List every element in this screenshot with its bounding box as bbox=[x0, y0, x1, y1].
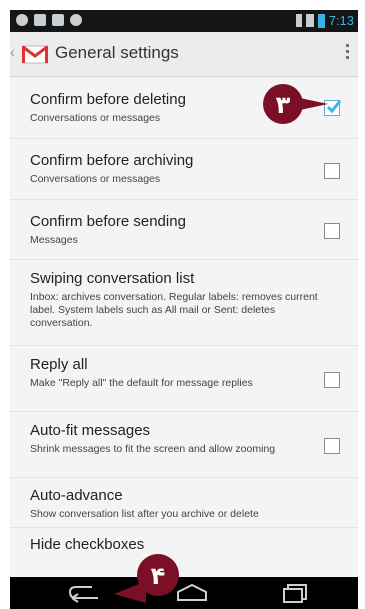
setting-confirm-sending[interactable]: Confirm before sending Messages bbox=[10, 200, 358, 260]
setting-title: Reply all bbox=[30, 356, 88, 373]
setting-swiping-conversation-list[interactable]: Swiping conversation list Inbox: archive… bbox=[10, 260, 358, 346]
checkbox-confirm-archiving[interactable] bbox=[324, 163, 340, 179]
setting-auto-advance[interactable]: Auto-advance Show conversation list afte… bbox=[10, 478, 358, 528]
setting-summary: Inbox: archives conversation. Regular la… bbox=[30, 291, 318, 329]
callout-marker-4: ۴ bbox=[114, 554, 179, 603]
setting-summary: Make "Reply all" the default for message… bbox=[30, 377, 253, 389]
setting-title: Auto-fit messages bbox=[30, 422, 151, 439]
setting-confirm-archiving[interactable]: Confirm before archiving Conversations o… bbox=[10, 139, 358, 200]
setting-reply-all[interactable]: Reply all Make "Reply all" the default f… bbox=[10, 346, 358, 412]
setting-title: Hide checkboxes bbox=[30, 536, 145, 553]
setting-summary: Show conversation list after you archive… bbox=[30, 508, 259, 520]
callout-number: ۴ bbox=[151, 562, 166, 590]
setting-title: Confirm before archiving bbox=[30, 152, 194, 169]
setting-hide-checkboxes[interactable]: Hide checkboxes bbox=[10, 528, 358, 568]
setting-summary: Shrink messages to fit the screen and al… bbox=[30, 443, 276, 455]
navigation-bar: ۴ bbox=[10, 554, 358, 609]
setting-title: Auto-advance bbox=[30, 487, 123, 504]
checkbox-confirm-sending[interactable] bbox=[324, 223, 340, 239]
sd-card-icon bbox=[34, 14, 46, 26]
callout-marker-3: ٣ bbox=[263, 84, 328, 124]
checkbox-reply-all[interactable] bbox=[324, 372, 340, 388]
vibrate-icon bbox=[295, 14, 302, 27]
image-notification-icon bbox=[52, 14, 64, 26]
setting-summary: Conversations or messages bbox=[30, 173, 161, 185]
recent-apps-icon[interactable] bbox=[282, 583, 310, 603]
callout-number: ٣ bbox=[276, 91, 291, 119]
signal-icon bbox=[305, 14, 314, 27]
wifi-icon bbox=[16, 14, 28, 26]
setting-auto-fit-messages[interactable]: Auto-fit messages Shrink messages to fit… bbox=[10, 412, 358, 478]
setting-confirm-deleting[interactable]: Confirm before deleting Conversations or… bbox=[10, 77, 358, 139]
battery-icon bbox=[317, 13, 325, 28]
status-bar: 7:13 bbox=[10, 10, 358, 32]
game-notification-icon bbox=[70, 14, 82, 26]
notification-icons bbox=[16, 14, 82, 26]
phone-screen: 7:13 ‹ General settings Confirm before d… bbox=[10, 10, 358, 609]
setting-summary: Messages bbox=[30, 234, 78, 246]
setting-title: Confirm before sending bbox=[30, 213, 186, 230]
home-icon[interactable] bbox=[175, 583, 209, 603]
clock: 7:13 bbox=[328, 13, 354, 28]
back-icon[interactable] bbox=[68, 583, 102, 603]
page-title: General settings bbox=[55, 43, 179, 62]
checkbox-auto-fit-messages[interactable] bbox=[324, 438, 340, 454]
system-icons: 7:13 bbox=[295, 13, 354, 28]
setting-title: Swiping conversation list bbox=[30, 270, 195, 287]
gmail-logo-icon[interactable] bbox=[22, 44, 48, 64]
up-navigation-icon[interactable]: ‹ bbox=[10, 44, 15, 60]
action-bar: ‹ General settings bbox=[10, 32, 358, 77]
setting-title: Confirm before deleting bbox=[30, 91, 186, 108]
overflow-menu-icon[interactable] bbox=[346, 44, 350, 64]
settings-list: Confirm before deleting Conversations or… bbox=[10, 77, 358, 568]
